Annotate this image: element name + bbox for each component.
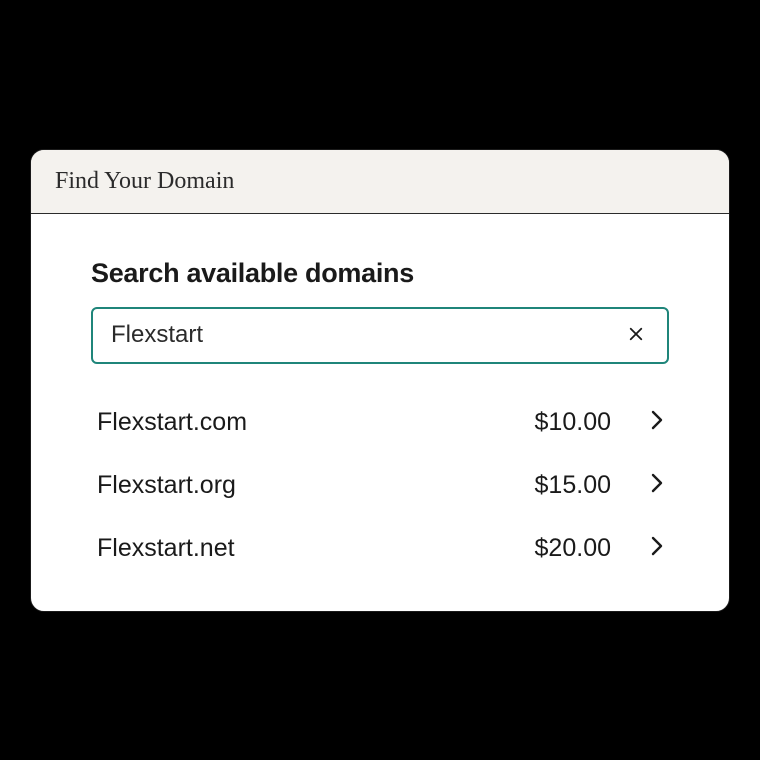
close-icon xyxy=(627,325,645,346)
domain-search-window: Find Your Domain Search available domain… xyxy=(30,149,730,612)
domain-price: $15.00 xyxy=(535,471,611,500)
domain-name: Flexstart.net xyxy=(97,534,535,563)
content-area: Search available domains Flexstart.com $… xyxy=(31,214,729,611)
search-heading: Search available domains xyxy=(91,258,669,289)
domain-price: $20.00 xyxy=(535,534,611,563)
domain-search-input[interactable] xyxy=(111,321,623,349)
window-title: Find Your Domain xyxy=(31,150,729,214)
domain-price: $10.00 xyxy=(535,408,611,437)
search-field-wrapper[interactable] xyxy=(91,307,669,364)
domain-name: Flexstart.org xyxy=(97,471,535,500)
domain-name: Flexstart.com xyxy=(97,408,535,437)
chevron-right-icon xyxy=(651,534,663,563)
domain-results-list: Flexstart.com $10.00 Flexstart.org $15.0… xyxy=(91,408,669,563)
domain-result-row[interactable]: Flexstart.org $15.00 xyxy=(97,471,663,500)
chevron-right-icon xyxy=(651,408,663,437)
domain-result-row[interactable]: Flexstart.net $20.00 xyxy=(97,534,663,563)
clear-search-button[interactable] xyxy=(623,321,649,350)
domain-result-row[interactable]: Flexstart.com $10.00 xyxy=(97,408,663,437)
chevron-right-icon xyxy=(651,471,663,500)
